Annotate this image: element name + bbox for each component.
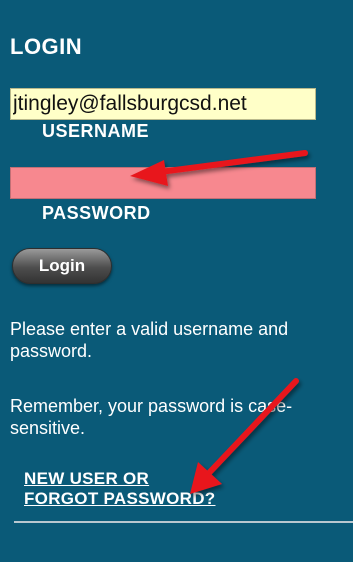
username-field[interactable] bbox=[10, 88, 316, 120]
new-user-forgot-password-link[interactable]: NEW USER OR FORGOT PASSWORD? bbox=[24, 469, 284, 509]
password-label: PASSWORD bbox=[42, 203, 151, 223]
login-button[interactable]: Login bbox=[12, 248, 112, 284]
username-label: USERNAME bbox=[42, 121, 150, 141]
login-title: LOGIN bbox=[10, 34, 83, 59]
case-sensitive-note: Remember, your password is case-sensitiv… bbox=[10, 396, 293, 438]
error-message: Please enter a valid username and passwo… bbox=[10, 319, 289, 361]
divider bbox=[14, 521, 353, 523]
password-field[interactable] bbox=[10, 167, 316, 199]
link-line-1: NEW USER OR bbox=[24, 469, 150, 488]
link-line-2: FORGOT PASSWORD? bbox=[24, 489, 216, 508]
login-panel: LOGIN USERNAME PASSWORD Login Please ent… bbox=[0, 0, 353, 562]
